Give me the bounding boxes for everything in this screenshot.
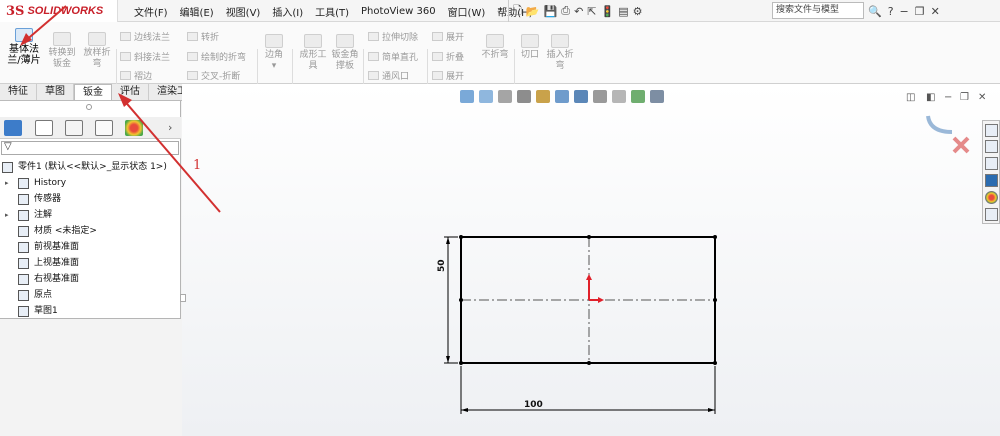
tutorial-annotation bbox=[20, 5, 221, 213]
annotation-arrowhead bbox=[118, 93, 132, 107]
annotation-arrow-line bbox=[23, 5, 67, 43]
annotation-step-number: 1 bbox=[193, 158, 202, 173]
annotation-arrowhead bbox=[20, 33, 32, 46]
annotation-arrow-line bbox=[121, 97, 221, 213]
